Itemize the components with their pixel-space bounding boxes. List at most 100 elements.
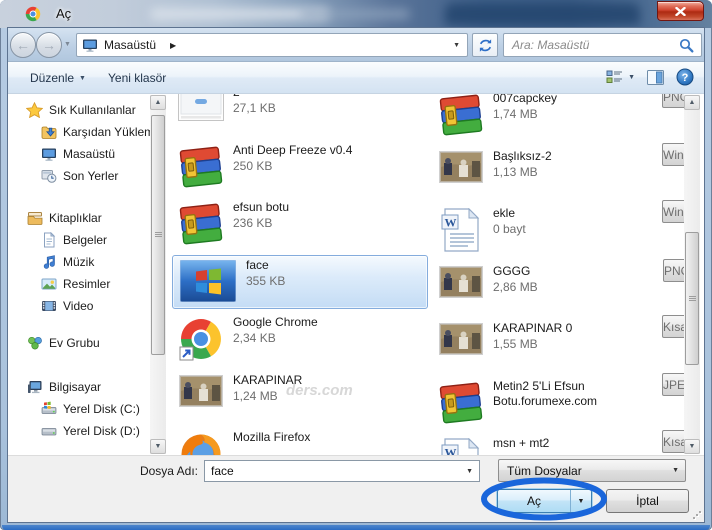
new-folder-button[interactable]: Yeni klasör bbox=[108, 68, 166, 88]
address-dropdown-icon[interactable]: ▼ bbox=[453, 42, 460, 49]
navigation-bar: ← → ▼ Masaüstü ▶ ▼ Ara: Masaüstü bbox=[8, 28, 704, 62]
file-size: 236 KB bbox=[233, 215, 289, 231]
scrollbar-thumb[interactable] bbox=[685, 232, 699, 365]
photo-thumbnail-icon bbox=[438, 263, 484, 315]
svg-text:W: W bbox=[445, 446, 457, 456]
cancel-button[interactable]: İptal bbox=[606, 489, 689, 513]
file-size: 250 KB bbox=[233, 158, 352, 174]
sidebar-group-2[interactable]: Kitaplıklar bbox=[8, 207, 150, 229]
close-button[interactable] bbox=[657, 1, 704, 21]
content-area: Sık KullanılanlarKarşıdan Yüklem Masaüstü… bbox=[8, 94, 704, 455]
refresh-button[interactable] bbox=[472, 33, 498, 57]
sidebar-item[interactable]: Yerel Disk (D:) bbox=[8, 420, 150, 442]
file-item[interactable]: Metin2 5'Li Efsun Botu.forumexe.comWinRA… bbox=[432, 376, 684, 430]
sidebar-scrollbar[interactable]: ▲ ▼ bbox=[150, 95, 166, 454]
file-item[interactable]: efsun botuWinRAR archive236 KB bbox=[172, 197, 428, 251]
sidebar-item-label: Resimler bbox=[63, 277, 110, 291]
filetype-dropdown-icon: ▼ bbox=[666, 463, 685, 479]
chrome-shortcut-icon bbox=[178, 314, 224, 366]
file-item[interactable]: Anti Deep Freeze v0.4WinRAR archive250 K… bbox=[172, 140, 428, 194]
views-caret-icon: ▼ bbox=[628, 74, 635, 81]
scroll-up-button[interactable]: ▲ bbox=[684, 95, 700, 110]
filename-combobox[interactable]: ▼ bbox=[204, 460, 480, 482]
winrar-archive-icon bbox=[438, 378, 484, 430]
sidebar-item[interactable]: Son Yerler bbox=[8, 165, 150, 187]
sidebar-item[interactable]: Resimler bbox=[8, 273, 150, 295]
sidebar-item[interactable]: Masaüstü bbox=[8, 143, 150, 165]
resize-grip[interactable] bbox=[692, 510, 702, 520]
file-item[interactable]: Wmsn + mt2Microsoft Office Word Belgesi bbox=[432, 433, 684, 455]
new-folder-label: Yeni klasör bbox=[108, 71, 166, 85]
open-button[interactable]: Aç ▼ bbox=[497, 489, 592, 513]
sidebar-item[interactable]: Yerel Disk (C:) bbox=[8, 398, 150, 420]
sidebar-group-4[interactable]: Bilgisayar bbox=[8, 376, 150, 398]
sidebar-item[interactable]: Karşıdan Yüklem bbox=[8, 121, 150, 143]
scroll-down-button[interactable]: ▼ bbox=[150, 439, 166, 454]
breadcrumb-expand-icon[interactable]: ▶ bbox=[170, 41, 176, 50]
file-size: 355 KB bbox=[246, 273, 285, 289]
recent-places-icon bbox=[40, 168, 57, 184]
svg-text:W: W bbox=[445, 216, 457, 230]
scroll-down-button[interactable]: ▼ bbox=[684, 439, 700, 454]
scroll-up-icon: ▲ bbox=[689, 99, 696, 106]
file-name: face bbox=[246, 258, 285, 273]
svg-text:?: ? bbox=[682, 72, 689, 84]
downloads-folder-icon bbox=[40, 124, 57, 140]
scroll-down-icon: ▼ bbox=[689, 443, 696, 450]
address-bar[interactable]: Masaüstü ▶ ▼ bbox=[76, 33, 468, 57]
file-name: KARAPINAR 0 bbox=[493, 321, 572, 336]
sidebar-item[interactable]: Müzik bbox=[8, 251, 150, 273]
views-icon bbox=[606, 70, 623, 84]
background-window-edge bbox=[2, 525, 710, 530]
help-button[interactable]: ? bbox=[676, 68, 694, 86]
sidebar-item[interactable]: Belgeler bbox=[8, 229, 150, 251]
file-item[interactable]: Başlıksız-2JPEG resmi1,13 MB bbox=[432, 146, 684, 200]
filename-input[interactable] bbox=[205, 464, 460, 478]
sidebar-group-label: Bilgisayar bbox=[49, 380, 101, 394]
filetype-dropdown[interactable]: Tüm Dosyalar ▼ bbox=[498, 459, 686, 482]
screenshot-thumbnail-icon bbox=[178, 94, 224, 136]
sidebar-item[interactable]: Video bbox=[8, 295, 150, 317]
file-item[interactable]: KARAPINAR 0PNG resmi1,55 MB bbox=[432, 318, 684, 372]
forward-button[interactable]: → bbox=[36, 32, 62, 58]
sidebar-group-label: Kitaplıklar bbox=[49, 211, 102, 225]
file-size: 1,55 MB bbox=[493, 336, 572, 352]
file-list-scrollbar[interactable]: ▲ ▼ bbox=[684, 95, 700, 454]
search-placeholder: Ara: Masaüstü bbox=[512, 38, 679, 52]
file-item[interactable]: 007capckeyWinRAR ZIP archive1,74 MB bbox=[432, 94, 684, 142]
filetype-value: Tüm Dosyalar bbox=[499, 463, 666, 479]
file-item[interactable]: Mozilla FirefoxKısayol bbox=[172, 427, 428, 455]
sidebar-item-label: Masaüstü bbox=[63, 147, 115, 161]
search-icon[interactable] bbox=[679, 38, 694, 53]
refresh-icon bbox=[478, 38, 493, 53]
history-dropdown-icon[interactable]: ▼ bbox=[64, 41, 71, 48]
file-item[interactable]: 2PNG resmi27,1 KB bbox=[172, 94, 428, 136]
breadcrumb-item[interactable]: Masaüstü bbox=[104, 38, 156, 52]
views-button[interactable]: ▼ bbox=[606, 70, 635, 84]
file-item[interactable]: WekleMicrosoft Office Word Belgesi0 bayt bbox=[432, 203, 684, 257]
disk-icon bbox=[40, 423, 57, 439]
open-dropdown-icon[interactable]: ▼ bbox=[570, 490, 591, 512]
file-item[interactable]: GGGGPNG resmi2,86 MB bbox=[432, 261, 684, 315]
search-box[interactable]: Ara: Masaüstü bbox=[503, 33, 702, 57]
window-title: Aç bbox=[56, 6, 71, 21]
filename-dropdown-icon[interactable]: ▼ bbox=[460, 468, 479, 475]
preview-pane-button[interactable] bbox=[647, 70, 664, 85]
sidebar-group-3[interactable]: Ev Grubu bbox=[8, 332, 150, 354]
file-item[interactable]: Google ChromeKısayol2,34 KB bbox=[172, 312, 428, 366]
sidebar-item-label: Müzik bbox=[63, 255, 94, 269]
scroll-up-button[interactable]: ▲ bbox=[150, 95, 166, 110]
word-document-icon: W bbox=[438, 205, 484, 257]
file-list: ders.com 2PNG resmi27,1 KBAnti Deep Free… bbox=[166, 94, 684, 455]
file-item[interactable]: facePNG resmi355 KB bbox=[172, 255, 428, 309]
sidebar-group-1[interactable]: Sık Kullanılanlar bbox=[8, 99, 150, 121]
back-button[interactable]: ← bbox=[10, 32, 36, 58]
organize-button[interactable]: Düzenle ▼ bbox=[30, 68, 86, 88]
title-bar[interactable]: Aç bbox=[0, 0, 712, 28]
file-name: efsun botu bbox=[233, 200, 289, 215]
scrollbar-thumb[interactable] bbox=[151, 115, 165, 355]
file-size: 1,13 MB bbox=[493, 164, 552, 180]
firefox-icon bbox=[178, 429, 224, 455]
file-item[interactable]: KARAPINARJPEG resmi1,24 MB bbox=[172, 370, 428, 424]
star-icon bbox=[26, 102, 43, 118]
